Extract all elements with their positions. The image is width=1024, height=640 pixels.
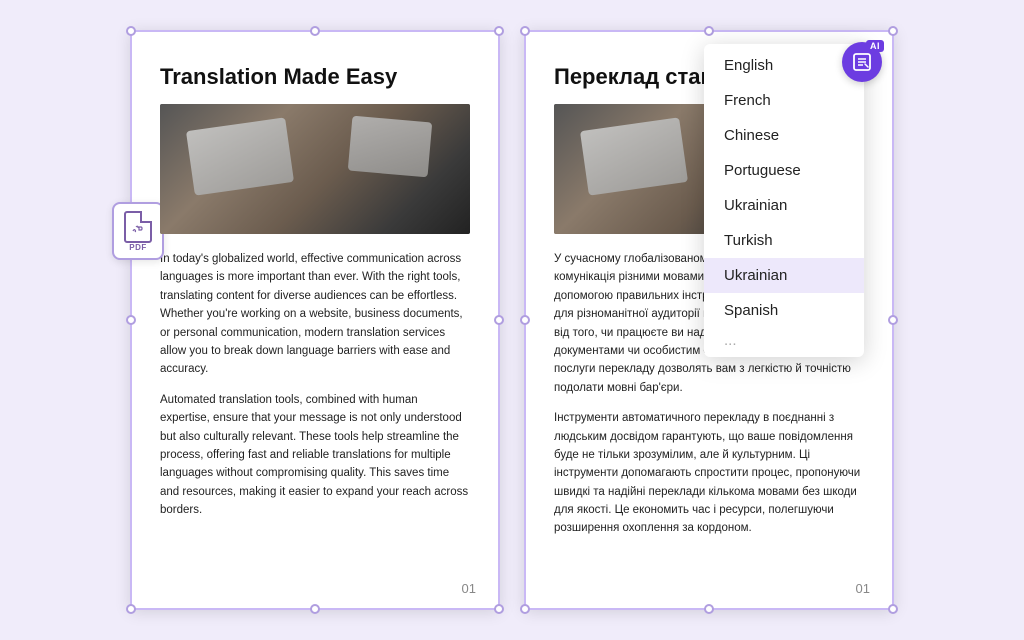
right-handle-bm[interactable]: [704, 604, 714, 614]
dropdown-item-ukrainian1[interactable]: Ukrainian: [704, 188, 864, 223]
right-page-number: 01: [856, 581, 870, 596]
left-card-para2: Automated translation tools, combined wi…: [160, 391, 470, 520]
handle-tl[interactable]: [126, 26, 136, 36]
handle-mr[interactable]: [494, 315, 504, 325]
dropdown-item-turkish[interactable]: Turkish: [704, 223, 864, 258]
pdf-icon: [124, 211, 152, 243]
ai-label: AI: [866, 40, 884, 52]
left-card-para1: In today's globalized world, effective c…: [160, 250, 470, 379]
right-card-para2: Інструменти автоматичного перекладу в по…: [554, 409, 864, 538]
right-handle-tl[interactable]: [520, 26, 530, 36]
pdf-badge[interactable]: PDF: [112, 202, 164, 260]
handle-tm[interactable]: [310, 26, 320, 36]
dropdown-item-ellipsis[interactable]: ...: [704, 328, 864, 353]
left-card-title: Translation Made Easy: [160, 64, 470, 90]
language-dropdown[interactable]: English French Chinese Portuguese Ukrain…: [704, 44, 864, 357]
dropdown-item-chinese[interactable]: Chinese: [704, 118, 864, 153]
dropdown-item-spanish[interactable]: Spanish: [704, 293, 864, 328]
right-handle-tm[interactable]: [704, 26, 714, 36]
handle-bl[interactable]: [126, 604, 136, 614]
right-handle-tr[interactable]: [888, 26, 898, 36]
main-scene: PDF Translation Made Easy In today's glo…: [130, 30, 894, 610]
handle-tr[interactable]: [494, 26, 504, 36]
right-handle-br[interactable]: [888, 604, 898, 614]
handle-bm[interactable]: [310, 604, 320, 614]
left-card-body: In today's globalized world, effective c…: [160, 250, 470, 519]
right-handle-bl[interactable]: [520, 604, 530, 614]
left-page-number: 01: [462, 581, 476, 596]
dropdown-item-english[interactable]: English: [704, 48, 864, 83]
right-handle-ml[interactable]: [520, 315, 530, 325]
right-handle-mr[interactable]: [888, 315, 898, 325]
dropdown-item-french[interactable]: French: [704, 83, 864, 118]
pdf-badge-label: PDF: [129, 243, 147, 252]
dropdown-item-portuguese[interactable]: Portuguese: [704, 153, 864, 188]
dropdown-item-ukrainian-selected[interactable]: Ukrainian: [704, 258, 864, 293]
handle-br[interactable]: [494, 604, 504, 614]
handle-ml[interactable]: [126, 315, 136, 325]
left-card-image: [160, 104, 470, 234]
left-page-card: PDF Translation Made Easy In today's glo…: [130, 30, 500, 610]
